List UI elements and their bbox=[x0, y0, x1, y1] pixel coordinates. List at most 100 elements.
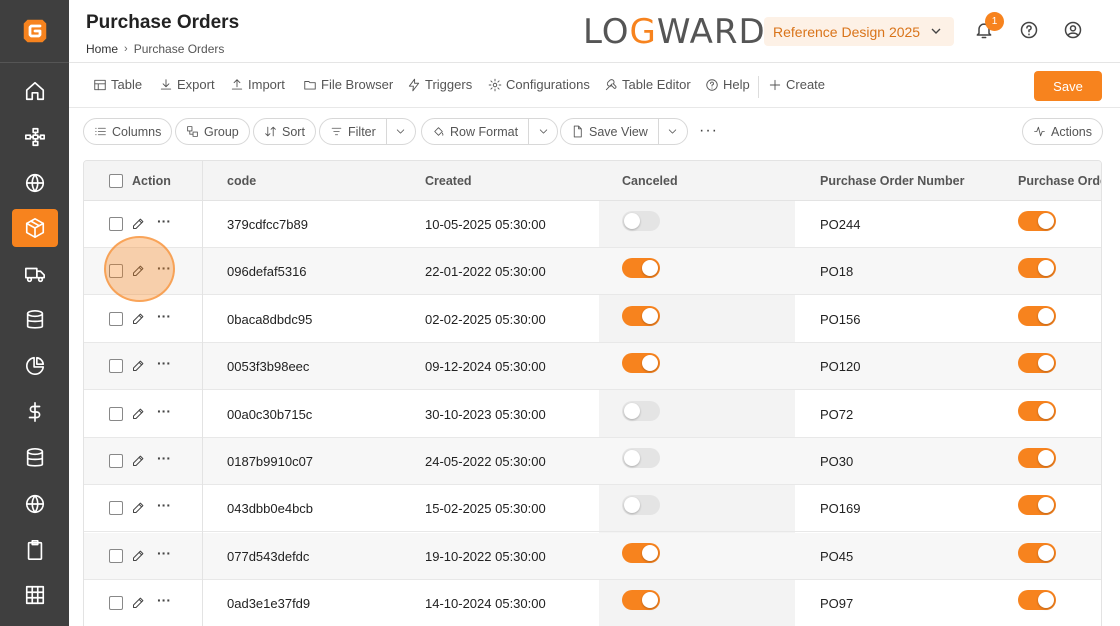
chevron-down-icon bbox=[397, 129, 405, 134]
nav-analytics[interactable] bbox=[12, 347, 58, 385]
nav-database[interactable] bbox=[12, 301, 58, 339]
cell-created: 10-05-2025 05:30:00 bbox=[425, 217, 546, 232]
actions-button[interactable]: Actions bbox=[1022, 118, 1103, 145]
reference-design-select[interactable]: Reference Design 2025 bbox=[764, 17, 954, 46]
save-view-button[interactable]: Save View bbox=[561, 119, 659, 144]
purchase-order-toggle[interactable] bbox=[1018, 448, 1056, 468]
cell-po-number: PO97 bbox=[820, 596, 854, 612]
purchase-order-toggle[interactable] bbox=[1018, 495, 1056, 516]
toggle-knob bbox=[1038, 402, 1054, 419]
cell-created: 24-05-2022 05:30:00 bbox=[425, 454, 546, 469]
toggle-knob bbox=[1038, 450, 1054, 466]
table-row[interactable]: ··· 096defaf5316 22-01-2022 05:30:00 PO18 bbox=[84, 248, 1101, 296]
help-button[interactable] bbox=[1019, 20, 1041, 42]
configurations-button[interactable]: Configurations bbox=[488, 77, 590, 92]
purchase-order-toggle[interactable] bbox=[1018, 590, 1056, 611]
purchase-order-toggle[interactable] bbox=[1018, 400, 1056, 421]
table-row[interactable]: ··· 00a0c30b715c 30-10-2023 05:30:00 PO72 bbox=[84, 391, 1101, 438]
user-circle-icon bbox=[1064, 21, 1082, 39]
sidebar bbox=[0, 0, 69, 626]
create-button[interactable]: Create bbox=[768, 77, 825, 92]
help-toolbar-button[interactable]: Help bbox=[705, 77, 750, 92]
nav-home[interactable] bbox=[12, 72, 58, 110]
purchase-order-toggle[interactable] bbox=[1018, 258, 1056, 279]
canceled-toggle[interactable] bbox=[622, 542, 660, 563]
column-header-po-number[interactable]: Purchase Order Number bbox=[820, 174, 965, 188]
column-header-canceled[interactable]: Canceled bbox=[622, 174, 678, 188]
row-format-dropdown[interactable] bbox=[529, 119, 557, 144]
app-logo[interactable] bbox=[0, 0, 69, 63]
toggle-knob bbox=[1038, 355, 1054, 372]
canceled-toggle[interactable] bbox=[622, 258, 660, 279]
table-editor-button-label: Table Editor bbox=[622, 77, 691, 92]
user-menu-button[interactable] bbox=[1063, 20, 1085, 42]
row-format-label: Row Format bbox=[450, 124, 519, 139]
cell-po-number: PO244 bbox=[820, 217, 861, 232]
canceled-toggle[interactable] bbox=[622, 400, 660, 421]
globe-icon bbox=[25, 173, 45, 193]
purchase-order-toggle[interactable] bbox=[1018, 305, 1056, 326]
nav-apps[interactable] bbox=[12, 576, 58, 614]
save-button[interactable]: Save bbox=[1034, 71, 1102, 101]
canceled-toggle[interactable] bbox=[622, 353, 660, 374]
table-row[interactable]: ··· 0053f3b98eec 09-12-2024 05:30:00 PO120 bbox=[84, 343, 1101, 391]
filter-icon bbox=[331, 127, 342, 136]
purchase-order-toggle[interactable] bbox=[1018, 353, 1056, 374]
column-header-purchase-order[interactable]: Purchase Order bbox=[1018, 174, 1101, 188]
triggers-button[interactable]: Triggers bbox=[407, 77, 472, 92]
filter-dropdown[interactable] bbox=[387, 119, 415, 144]
toggle-knob bbox=[624, 497, 640, 514]
configurations-button-label: Configurations bbox=[506, 77, 590, 92]
table-row[interactable]: ··· 077d543defdc 19-10-2022 05:30:00 PO45 bbox=[84, 532, 1101, 580]
nav-finance[interactable] bbox=[12, 393, 58, 431]
nav-global[interactable] bbox=[12, 164, 58, 202]
sort-button[interactable]: Sort bbox=[253, 118, 316, 145]
table-button[interactable]: Table bbox=[93, 77, 142, 92]
purchase-order-toggle[interactable] bbox=[1018, 542, 1056, 563]
toolbar-divider bbox=[758, 76, 759, 98]
export-button[interactable]: Export bbox=[159, 77, 215, 92]
chevron-right-icon: › bbox=[124, 43, 128, 55]
table-row[interactable]: ··· 043dbb0e4bcb 15-02-2025 05:30:00 PO169 bbox=[84, 485, 1101, 533]
toggle-knob bbox=[1038, 213, 1054, 229]
canceled-toggle[interactable] bbox=[622, 590, 660, 611]
table-header: Action code Created Canceled Purchase Or… bbox=[84, 161, 1101, 201]
import-button[interactable]: Import bbox=[230, 77, 285, 92]
table-row[interactable]: ··· 0ad3e1e37fd9 14-10-2024 05:30:00 PO97 bbox=[84, 580, 1101, 626]
more-options-button[interactable]: ··· bbox=[699, 122, 718, 140]
table-editor-button[interactable]: Table Editor bbox=[604, 77, 691, 92]
cell-created: 02-02-2025 05:30:00 bbox=[425, 311, 546, 327]
nav-clipboard[interactable] bbox=[12, 531, 58, 569]
cell-po-number: PO120 bbox=[820, 359, 861, 375]
column-header-code[interactable]: code bbox=[227, 174, 256, 188]
cell-po-number: PO169 bbox=[820, 501, 861, 517]
logward-logo-icon bbox=[23, 19, 46, 43]
canceled-toggle[interactable] bbox=[622, 448, 660, 468]
nav-workflow[interactable] bbox=[12, 118, 58, 156]
nav-data[interactable] bbox=[12, 439, 58, 477]
canceled-toggle[interactable] bbox=[622, 305, 660, 326]
purchase-order-toggle[interactable] bbox=[1018, 211, 1056, 231]
save-view-dropdown[interactable] bbox=[659, 119, 687, 144]
columns-button[interactable]: Columns bbox=[83, 118, 173, 145]
table-row[interactable]: ··· 0baca8dbdc95 02-02-2025 05:30:00 PO156 bbox=[84, 296, 1101, 343]
nav-orders[interactable] bbox=[12, 209, 58, 247]
nav-transport[interactable] bbox=[12, 255, 58, 293]
toggle-knob bbox=[1038, 307, 1054, 324]
brand-text-prefix: LO bbox=[583, 12, 630, 52]
table-row[interactable]: ··· 0187b9910c07 24-05-2022 05:30:00 PO30 bbox=[84, 438, 1101, 485]
canceled-toggle[interactable] bbox=[622, 211, 660, 231]
toolbar: Table Export Import File Browser Trigger… bbox=[69, 64, 1120, 108]
group-button[interactable]: Group bbox=[175, 118, 250, 145]
breadcrumb-home[interactable]: Home bbox=[86, 42, 118, 56]
brand-text-suffix: WARD bbox=[656, 12, 766, 52]
home-icon bbox=[25, 81, 45, 101]
canceled-toggle[interactable] bbox=[622, 495, 660, 516]
filter-button[interactable]: Filter bbox=[320, 119, 387, 144]
file-browser-button[interactable]: File Browser bbox=[303, 77, 393, 92]
database-icon bbox=[26, 310, 44, 329]
column-header-created[interactable]: Created bbox=[425, 174, 472, 188]
nav-network[interactable] bbox=[12, 485, 58, 523]
table-row[interactable]: ··· 379cdfcc7b89 10-05-2025 05:30:00 PO244 bbox=[84, 201, 1101, 248]
row-format-button[interactable]: Row Format bbox=[422, 119, 530, 144]
